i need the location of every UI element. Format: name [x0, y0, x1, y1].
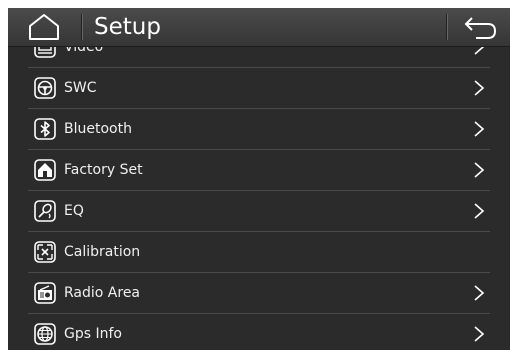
menu-item-bluetooth[interactable]: Bluetooth	[28, 109, 490, 150]
globe-icon	[34, 323, 56, 345]
calibration-icon	[34, 241, 56, 263]
menu-item-radio-area[interactable]: Radio Area	[28, 273, 490, 314]
menu-item-label: SWC	[64, 80, 97, 96]
menu-item-video[interactable]: Video	[28, 47, 490, 68]
chevron-right-icon	[474, 203, 485, 219]
menu-item-label: Factory Set	[64, 162, 143, 178]
back-arrow-icon	[464, 17, 497, 39]
menu-item-factory-set[interactable]: Factory Set	[28, 150, 490, 191]
equalizer-icon	[34, 200, 56, 222]
back-button[interactable]	[454, 11, 506, 43]
chevron-right-icon	[474, 162, 485, 178]
menu-item-label: EQ	[64, 203, 84, 219]
radio-icon	[34, 282, 56, 304]
setup-screen: Setup Video SWC Bluetooth Factory Set EQ…	[8, 8, 510, 350]
bluetooth-icon	[34, 118, 56, 140]
factory-house-icon	[34, 159, 56, 181]
menu-item-eq[interactable]: EQ	[28, 191, 490, 232]
menu-item-label: Gps Info	[64, 326, 122, 342]
steering-wheel-icon	[34, 77, 56, 99]
menu-item-swc[interactable]: SWC	[28, 68, 490, 109]
page-title: Setup	[94, 14, 161, 40]
home-button[interactable]	[14, 11, 74, 43]
home-icon	[29, 14, 59, 40]
video-icon	[34, 47, 56, 58]
menu-item-gps-info[interactable]: Gps Info	[28, 314, 490, 350]
title-divider	[81, 14, 82, 40]
title-bar: Setup	[8, 8, 510, 47]
menu-item-calibration[interactable]: Calibration	[28, 232, 490, 273]
chevron-right-icon	[474, 285, 485, 301]
settings-list[interactable]: Video SWC Bluetooth Factory Set EQ Calib…	[28, 47, 490, 350]
back-divider	[446, 14, 447, 40]
menu-item-label: Calibration	[64, 244, 141, 260]
chevron-right-icon	[474, 80, 485, 96]
menu-item-label: Radio Area	[64, 285, 141, 301]
chevron-right-icon	[474, 326, 485, 342]
chevron-right-icon	[474, 121, 485, 137]
menu-item-label: Video	[64, 47, 104, 55]
menu-item-label: Bluetooth	[64, 121, 132, 137]
chevron-right-icon	[474, 47, 485, 55]
